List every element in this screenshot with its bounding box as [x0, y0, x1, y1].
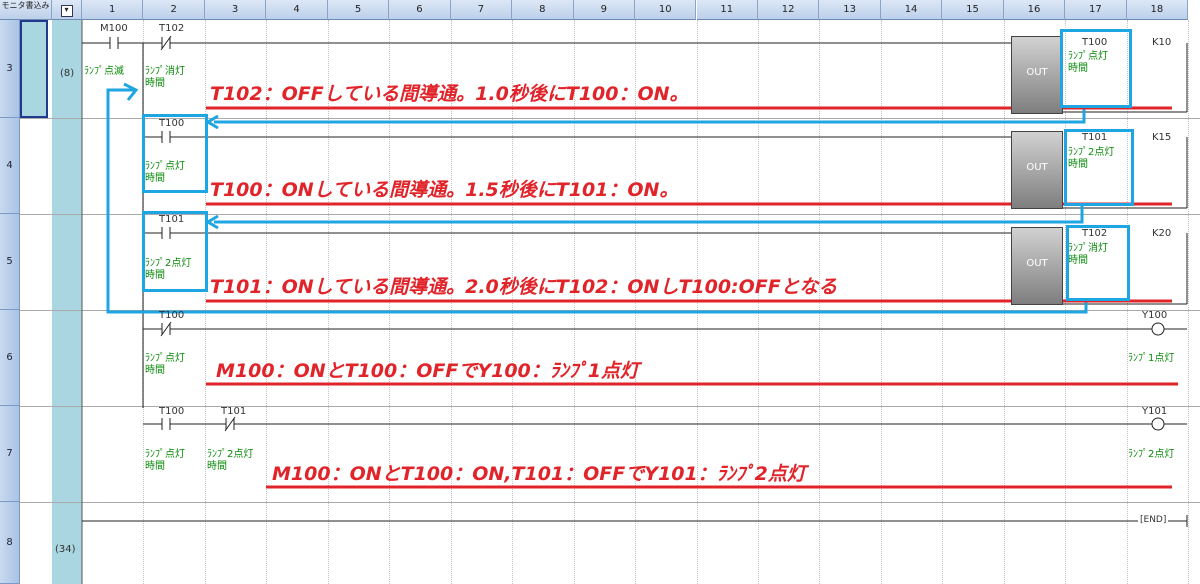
- contact-t101-nc-label[interactable]: T101: [221, 406, 246, 417]
- contact-t102-label[interactable]: T102: [159, 23, 184, 34]
- timer-k10-label[interactable]: K10: [1152, 37, 1171, 48]
- out-instruction[interactable]: OUT: [1011, 227, 1063, 305]
- annotation-rung6: M100：ONとT100：OFFでY100：ﾗﾝﾌﾟ1点灯: [216, 360, 639, 382]
- highlight-box: [1064, 129, 1134, 206]
- out-instruction[interactable]: OUT: [1011, 131, 1063, 209]
- contact-m100-comment: ﾗﾝﾌﾟ点滅: [84, 66, 124, 77]
- highlight-box: [1066, 225, 1130, 301]
- annotation-rung5: T101：ONしている間導通。2.0秒後にT102：ONしT100:OFFとなる: [210, 276, 838, 298]
- contact-t100-nc-comment: ﾗﾝﾌﾟ点灯 時間: [145, 353, 185, 376]
- highlight-box: [142, 211, 208, 292]
- coil-y101-label[interactable]: Y101: [1142, 406, 1167, 417]
- highlight-box: [1060, 29, 1132, 108]
- annotation-rung3: T102：OFFしている間導通。1.0秒後にT100：ON。: [210, 83, 689, 105]
- contact-t100-no-comment: ﾗﾝﾌﾟ点灯 時間: [145, 449, 185, 472]
- contact-t100-no-label[interactable]: T100: [159, 406, 184, 417]
- coil-y100-label[interactable]: Y100: [1142, 310, 1167, 321]
- annotation-rung7: M100：ONとT100：ON,T101：OFFでY101：ﾗﾝﾌﾟ2点灯: [272, 463, 806, 485]
- coil-y101-comment: ﾗﾝﾌﾟ2点灯: [1128, 449, 1175, 460]
- highlight-box: [142, 114, 208, 193]
- contact-m100-label[interactable]: M100: [100, 23, 128, 34]
- timer-k15-label[interactable]: K15: [1152, 132, 1171, 143]
- out-instruction[interactable]: OUT: [1011, 36, 1063, 114]
- contact-t101-nc-comment: ﾗﾝﾌﾟ2点灯 時間: [207, 449, 254, 472]
- end-instruction[interactable]: [END]: [1140, 515, 1166, 525]
- contact-t100-nc-label[interactable]: T100: [159, 310, 184, 321]
- ladder-editor: モニタ書込み ▾ 1 2 3 4 5 6 7 8 9 10 11 12 13 14 15 16 17 18 3 4…: [0, 0, 1200, 584]
- contact-t102-comment: ﾗﾝﾌﾟ消灯 時間: [145, 66, 185, 89]
- coil-y100-comment: ﾗﾝﾌﾟ1点灯: [1128, 353, 1175, 364]
- annotation-rung4: T100：ONしている間導通。1.5秒後にT101：ON。: [210, 179, 679, 201]
- timer-k20-label[interactable]: K20: [1152, 228, 1171, 239]
